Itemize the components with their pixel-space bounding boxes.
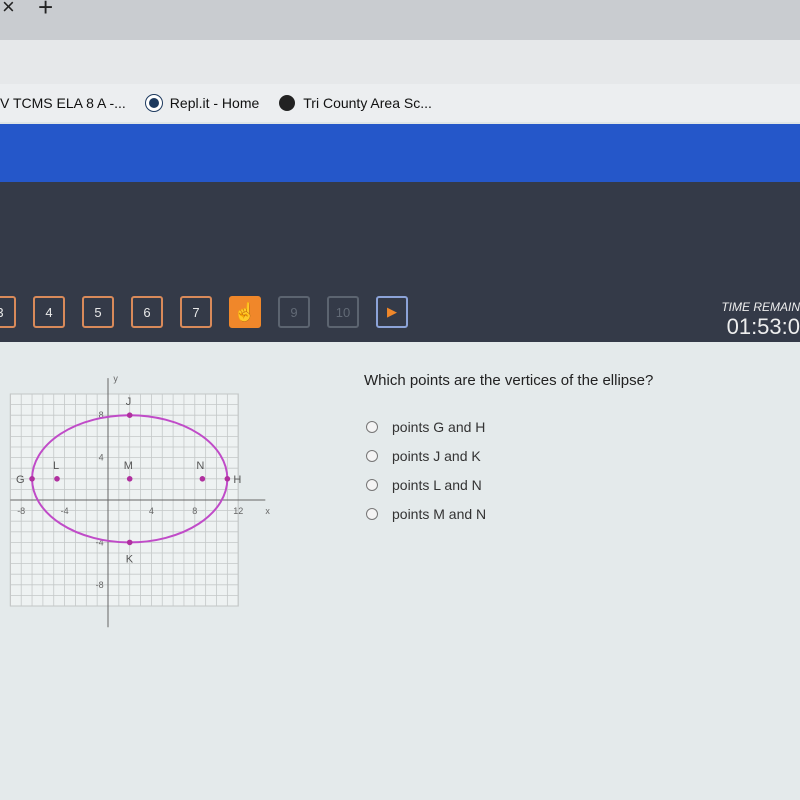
ellipse-graph: xy-8 -4 4 8 1284-4-8G HJKL M N [9, 373, 270, 628]
radio-button[interactable] [366, 449, 378, 462]
question-4-button[interactable]: 4 [33, 296, 65, 328]
question-5-button[interactable]: 5 [82, 296, 114, 328]
new-tab-button[interactable]: + [38, 0, 53, 23]
point-N [199, 476, 206, 482]
point-J [126, 412, 133, 419]
close-tab-icon[interactable]: × [2, 0, 15, 20]
radio-button[interactable] [366, 478, 378, 491]
timer-label: TIME REMAIN [721, 300, 800, 314]
x-tick-label: 12 [233, 506, 243, 516]
x-tick-label: 4 [149, 506, 154, 516]
next-question-button[interactable]: ▶ [376, 296, 408, 328]
option-label: points G and H [392, 418, 486, 435]
x-tick-label: -8 [17, 506, 25, 516]
option-4[interactable]: points M and N [366, 499, 486, 528]
option-label: points L and N [392, 476, 482, 493]
point-label-M: M [124, 460, 133, 472]
question-nav: 3 4 5 6 7 ☝ 9 10 ▶ [0, 296, 408, 328]
point-label-N: N [196, 460, 204, 472]
timer-value: 01:53:0 [726, 314, 800, 339]
question-text: Which points are the vertices of the ell… [364, 372, 654, 389]
bookmarks-bar: V TCMS ELA 8 A -... Repl.it - Home Tri C… [0, 84, 800, 122]
site-header [0, 124, 800, 182]
y-axis-label: y [113, 373, 118, 383]
bookmark-tcms[interactable]: V TCMS ELA 8 A -... [0, 95, 126, 111]
tab-strip: × + [0, 0, 800, 40]
question-7-button[interactable]: 7 [180, 296, 212, 328]
point-G [29, 476, 35, 482]
question-3-button[interactable]: 3 [0, 296, 16, 328]
globe-icon [279, 95, 296, 111]
point-label-K: K [126, 553, 134, 565]
x-tick-label: 8 [192, 506, 197, 516]
replit-icon [144, 94, 163, 112]
bookmark-label: Repl.it - Home [169, 95, 260, 111]
point-M [126, 476, 133, 482]
hand-cursor-icon: ☝ [233, 301, 257, 322]
point-L [54, 476, 60, 482]
question-8-button[interactable]: ☝ [229, 296, 261, 328]
timer: TIME REMAIN 01:53:0 [721, 300, 800, 340]
x-axis-label: x [265, 506, 270, 516]
question-9-button[interactable]: 9 [278, 296, 310, 328]
bookmark-tricounty[interactable]: Tri County Area Sc... [279, 95, 432, 111]
bookmark-label: V TCMS ELA 8 A -... [0, 95, 126, 111]
option-label: points J and K [392, 447, 481, 464]
point-H [224, 476, 231, 482]
play-icon: ▶ [387, 304, 397, 319]
bookmark-replit[interactable]: Repl.it - Home [144, 94, 260, 112]
point-label-H: H [233, 474, 241, 486]
point-label-J: J [126, 396, 132, 408]
option-1[interactable]: points G and H [366, 412, 486, 441]
y-tick-label: -8 [96, 580, 104, 590]
option-label: points M and N [392, 505, 487, 522]
point-label-G: G [16, 474, 25, 486]
address-bar-area [0, 40, 800, 88]
y-tick-label: 4 [99, 453, 104, 463]
radio-button[interactable] [366, 420, 378, 433]
x-tick-label: -4 [61, 506, 69, 516]
question-6-button[interactable]: 6 [131, 296, 163, 328]
point-label-L: L [53, 460, 59, 472]
option-3[interactable]: points L and N [366, 470, 486, 499]
answer-options: points G and H points J and K points L a… [366, 412, 486, 528]
point-K [126, 539, 133, 546]
radio-button[interactable] [366, 507, 378, 520]
option-2[interactable]: points J and K [366, 441, 486, 470]
bookmark-label: Tri County Area Sc... [303, 95, 432, 111]
question-10-button[interactable]: 10 [327, 296, 359, 328]
